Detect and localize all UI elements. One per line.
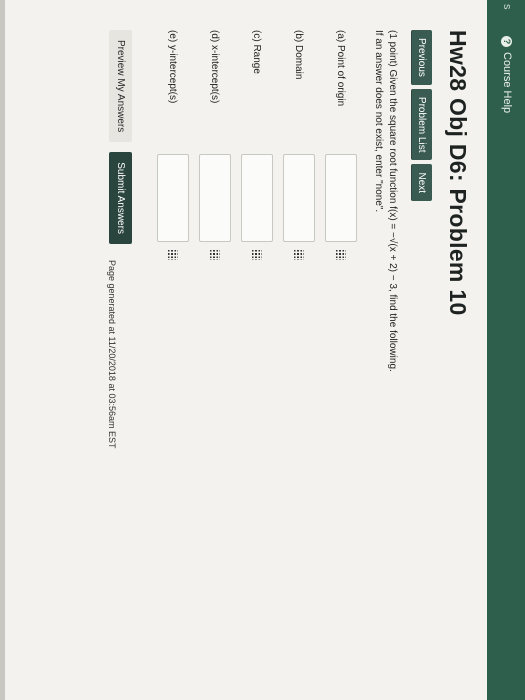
- equation-editor-icon[interactable]: [294, 250, 304, 260]
- breadcrumb-fragment: s: [501, 4, 513, 10]
- answer-row-x-intercepts: (d) x-intercept(s): [194, 30, 236, 680]
- answer-label: (b) Domain: [293, 30, 305, 80]
- answer-label: (e) y-intercept(s): [167, 30, 179, 104]
- page-generated-footer: Page generated at 11/20/2018 at 03:56am …: [107, 260, 117, 449]
- answer-input-x-intercepts[interactable]: [199, 154, 231, 242]
- main-content: Hw28 Obj D6: Problem 10 Previous Problem…: [109, 30, 471, 680]
- equation-editor-icon[interactable]: [336, 250, 346, 260]
- next-button[interactable]: Next: [411, 164, 432, 202]
- problem-instructions: If an answer does not exist, enter "none…: [373, 30, 385, 213]
- previous-button[interactable]: Previous: [411, 30, 432, 85]
- answer-label: (a) Point of origin: [335, 30, 347, 107]
- problem-list-button[interactable]: Problem List: [411, 88, 432, 161]
- submit-answers-button[interactable]: Submit Answers: [109, 152, 132, 244]
- preview-answers-button[interactable]: Preview My Answers: [109, 30, 132, 143]
- course-help-label: Course Help: [501, 52, 513, 114]
- problem-statement: (1 point) Given the square root function…: [372, 30, 399, 680]
- answer-label: (c) Range: [251, 30, 263, 74]
- answer-input-domain[interactable]: [283, 154, 315, 242]
- answer-label: (d) x-intercept(s): [209, 30, 221, 104]
- answer-rows: (a) Point of origin (b) Domain (c) Range…: [152, 30, 362, 680]
- help-icon: ?: [501, 36, 513, 47]
- page: s ? Course Help Hw28 Obj D6: Problem 10 …: [0, 0, 525, 700]
- equation-editor-icon[interactable]: [210, 250, 220, 260]
- answer-input-y-intercepts[interactable]: [157, 154, 189, 242]
- equation-editor-icon[interactable]: [168, 250, 178, 260]
- top-navbar: s ? Course Help: [487, 0, 525, 700]
- page-title: Hw28 Obj D6: Problem 10: [445, 30, 471, 316]
- answer-row-domain: (b) Domain: [278, 30, 320, 680]
- problem-text: (1 point) Given the square root function…: [387, 30, 398, 372]
- answer-input-origin[interactable]: [325, 154, 357, 242]
- problem-nav: Previous Problem List Next: [411, 30, 432, 680]
- answer-row-origin: (a) Point of origin: [320, 30, 362, 680]
- answer-input-range[interactable]: [241, 154, 273, 242]
- answer-row-y-intercepts: (e) y-intercept(s): [152, 30, 194, 680]
- course-help-link[interactable]: ? Course Help: [501, 36, 513, 113]
- page-edge-divider: [0, 0, 5, 700]
- equation-editor-icon[interactable]: [252, 250, 262, 260]
- answer-row-range: (c) Range: [236, 30, 278, 680]
